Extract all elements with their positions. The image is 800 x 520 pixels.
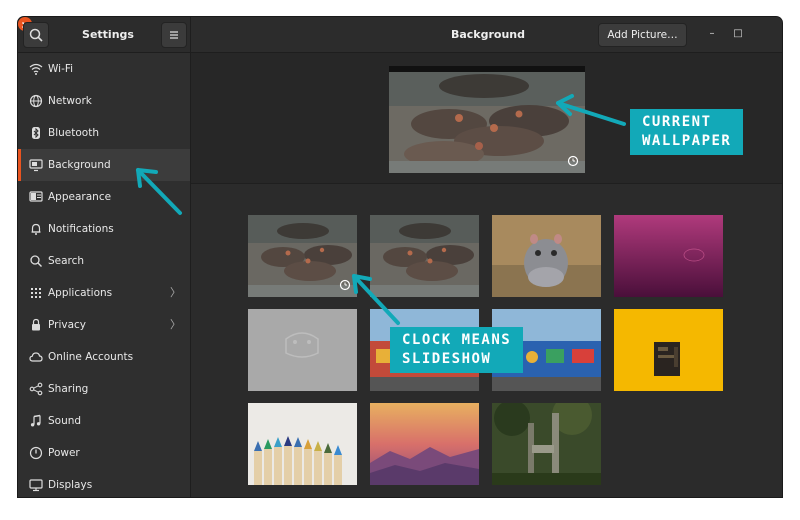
search-icon	[29, 28, 43, 42]
sidebar-item-label: Sharing	[48, 383, 89, 395]
mini-top-bar	[389, 66, 585, 72]
sidebar-item-displays[interactable]: Displays	[18, 469, 190, 497]
sidebar-item-label: Applications	[48, 287, 113, 299]
menu-button[interactable]	[161, 22, 187, 48]
slideshow-callout: CLOCK MEANS SLIDESHOW	[390, 327, 524, 373]
current-wallpaper-callout: CURRENT WALLPAPER	[630, 109, 744, 155]
sidebar-item-sound[interactable]: Sound	[18, 405, 190, 437]
grey-hippo-wallpaper-image	[248, 309, 357, 391]
network-icon	[29, 94, 43, 108]
minimize-button[interactable]: –	[705, 27, 719, 41]
sidebar-item-wifi[interactable]: Wi-Fi	[18, 53, 190, 85]
sidebar-item-background[interactable]: Background	[18, 149, 190, 181]
sidebar-item-privacy[interactable]: Privacy 〉	[18, 309, 190, 341]
settings-title: Settings	[82, 28, 134, 41]
sidebar-item-label: Appearance	[48, 191, 112, 203]
sidebar-item-label: Sound	[48, 415, 82, 427]
chevron-right-icon: 〉	[170, 286, 181, 299]
purple-gradient-wallpaper-image	[614, 215, 723, 297]
sidebar-item-label: Search	[48, 255, 85, 267]
cloud-icon	[29, 352, 43, 362]
power-icon	[29, 446, 43, 460]
sidebar-item-label: Online Accounts	[48, 351, 134, 363]
wallpaper-thumbnail[interactable]	[248, 215, 357, 297]
wallpaper-thumbnail[interactable]	[370, 403, 479, 485]
current-wallpaper-preview	[389, 66, 585, 173]
sidebar-item-applications[interactable]: Applications 〉	[18, 277, 190, 309]
hippo-head-wallpaper-image	[492, 215, 601, 297]
sidebar-item-sharing[interactable]: Sharing	[18, 373, 190, 405]
pencils-wallpaper-image	[248, 403, 357, 485]
sidebar-item-label: Network	[48, 95, 92, 107]
settings-window: Settings Background Add Picture… – □ Wi-…	[18, 17, 782, 497]
sidebar-item-notifications[interactable]: Notifications	[18, 213, 190, 245]
grid-icon	[31, 288, 41, 298]
music-icon	[30, 414, 41, 427]
wallpaper-thumbnail[interactable]	[370, 215, 479, 297]
wallpaper-thumbnail[interactable]	[614, 215, 723, 297]
hippos-wallpaper-image	[389, 66, 585, 173]
sidebar-item-label: Background	[48, 159, 111, 171]
sidebar-item-appearance[interactable]: Appearance	[18, 181, 190, 213]
sidebar-header: Settings	[18, 17, 191, 52]
sidebar: Wi-Fi Network Bluetooth Background Appea…	[18, 53, 191, 497]
hippos-wallpaper-image	[248, 215, 357, 297]
sidebar-item-label: Power	[48, 447, 80, 459]
sidebar-item-power[interactable]: Power	[18, 437, 190, 469]
header-bar: Settings Background Add Picture… – □	[18, 17, 782, 53]
forest-wallpaper-image	[492, 403, 601, 485]
sidebar-item-network[interactable]: Network	[18, 85, 190, 117]
wallpaper-thumbnail[interactable]	[492, 403, 601, 485]
appearance-icon	[29, 191, 43, 202]
active-indicator	[18, 149, 21, 181]
sidebar-item-label: Notifications	[48, 223, 114, 235]
wallpaper-thumbnail[interactable]	[248, 309, 357, 391]
sidebar-item-label: Bluetooth	[48, 127, 99, 139]
sidebar-item-label: Wi-Fi	[48, 63, 74, 75]
wallpaper-thumbnail[interactable]	[248, 403, 357, 485]
share-icon	[29, 382, 43, 396]
sidebar-item-search[interactable]: Search	[18, 245, 190, 277]
sidebar-item-bluetooth[interactable]: Bluetooth	[18, 117, 190, 149]
hamburger-icon	[170, 31, 178, 39]
camera-wallpaper-image	[614, 309, 723, 391]
sidebar-item-label: Privacy	[48, 319, 87, 331]
mountain-sunset-wallpaper-image	[370, 403, 479, 485]
page-title: Background	[450, 28, 526, 41]
wifi-icon	[29, 63, 43, 75]
hippos-wallpaper-image	[370, 215, 479, 297]
search-button[interactable]	[23, 22, 49, 48]
search-icon	[30, 255, 42, 267]
monitor-icon	[29, 479, 43, 492]
wallpaper-thumbnail[interactable]	[614, 309, 723, 391]
wallpaper-thumbnail[interactable]	[492, 215, 601, 297]
display-icon	[29, 159, 43, 172]
add-picture-button[interactable]: Add Picture…	[598, 23, 687, 47]
clock-icon	[567, 155, 579, 167]
sidebar-item-online-accounts[interactable]: Online Accounts	[18, 341, 190, 373]
lock-icon	[32, 318, 40, 331]
chevron-right-icon: 〉	[170, 318, 181, 331]
bell-icon	[31, 223, 41, 235]
bluetooth-icon	[32, 127, 40, 139]
sidebar-item-label: Displays	[48, 479, 93, 491]
maximize-button[interactable]: □	[731, 27, 745, 41]
